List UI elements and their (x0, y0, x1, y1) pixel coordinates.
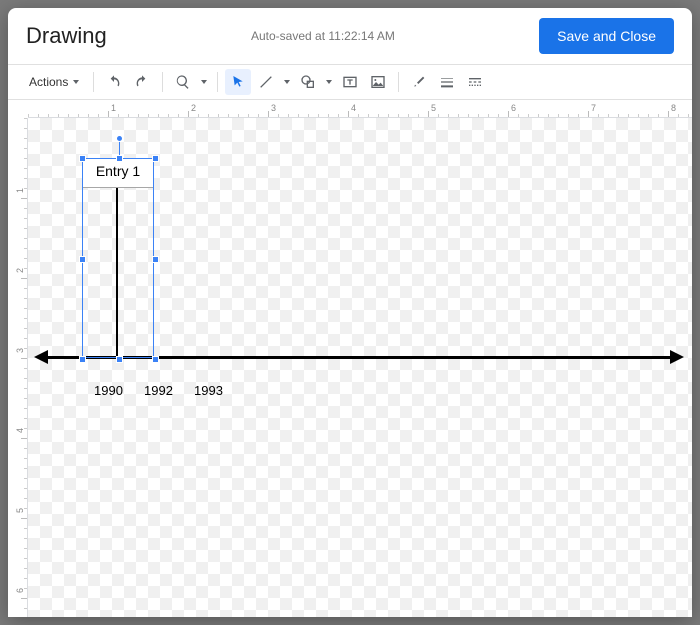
entry-textbox[interactable]: Entry 1 (82, 158, 154, 188)
separator (93, 72, 94, 92)
entry-text: Entry 1 (96, 163, 140, 179)
year-label[interactable]: 1993 (194, 383, 223, 398)
dialog-header: Drawing Auto-saved at 11:22:14 AM Save a… (8, 8, 692, 65)
zoom-group (170, 69, 210, 95)
paint-icon (411, 74, 427, 90)
autosave-status: Auto-saved at 11:22:14 AM (107, 29, 539, 43)
zoom-dropdown[interactable] (196, 80, 210, 84)
timeline-arrow-right (670, 350, 684, 364)
resize-handle-e[interactable] (152, 256, 159, 263)
line-tool-button[interactable] (253, 69, 279, 95)
toolbar: Actions (8, 65, 692, 100)
shape-tool-button[interactable] (295, 69, 321, 95)
caret-down-icon (284, 80, 290, 84)
canvas-area: 12345678 1234567 1990 1992 1993 Entry 1 (8, 100, 692, 617)
resize-handle-w[interactable] (79, 256, 86, 263)
format-paint-button[interactable] (406, 69, 432, 95)
year-label[interactable]: 1992 (144, 383, 173, 398)
line-weight-button[interactable] (434, 69, 460, 95)
separator (217, 72, 218, 92)
zoom-icon (175, 74, 191, 90)
actions-menu-button[interactable]: Actions (22, 70, 86, 94)
vertical-ruler[interactable]: 1234567 (8, 118, 28, 617)
separator (398, 72, 399, 92)
undo-icon (106, 74, 122, 90)
line-dash-button[interactable] (462, 69, 488, 95)
zoom-button[interactable] (170, 69, 196, 95)
selection-outline (82, 158, 154, 358)
rotate-line (119, 141, 120, 159)
undo-button[interactable] (101, 69, 127, 95)
line-tool-group (253, 69, 293, 95)
select-tool-button[interactable] (225, 69, 251, 95)
save-and-close-button[interactable]: Save and Close (539, 18, 674, 54)
line-icon (258, 74, 274, 90)
dialog-title: Drawing (26, 23, 107, 49)
drawing-dialog: Drawing Auto-saved at 11:22:14 AM Save a… (8, 8, 692, 617)
line-dropdown[interactable] (279, 80, 293, 84)
image-tool-button[interactable] (365, 69, 391, 95)
image-icon (370, 74, 386, 90)
caret-down-icon (326, 80, 332, 84)
line-dash-icon (467, 74, 483, 90)
line-weight-icon (439, 74, 455, 90)
shape-dropdown[interactable] (321, 80, 335, 84)
year-label[interactable]: 1990 (94, 383, 123, 398)
redo-button[interactable] (129, 69, 155, 95)
rotate-handle[interactable] (116, 135, 123, 142)
shape-tool-group (295, 69, 335, 95)
cursor-icon (230, 74, 246, 90)
caret-down-icon (201, 80, 207, 84)
timeline-line[interactable] (46, 356, 670, 359)
entry-stem[interactable] (116, 182, 118, 357)
shape-icon (300, 74, 316, 90)
separator (162, 72, 163, 92)
redo-icon (134, 74, 150, 90)
horizontal-ruler[interactable]: 12345678 (28, 100, 692, 118)
actions-label: Actions (29, 75, 68, 89)
textbox-tool-button[interactable] (337, 69, 363, 95)
drawing-canvas[interactable]: 1990 1992 1993 Entry 1 (28, 118, 692, 617)
caret-down-icon (73, 80, 79, 84)
textbox-icon (342, 74, 358, 90)
